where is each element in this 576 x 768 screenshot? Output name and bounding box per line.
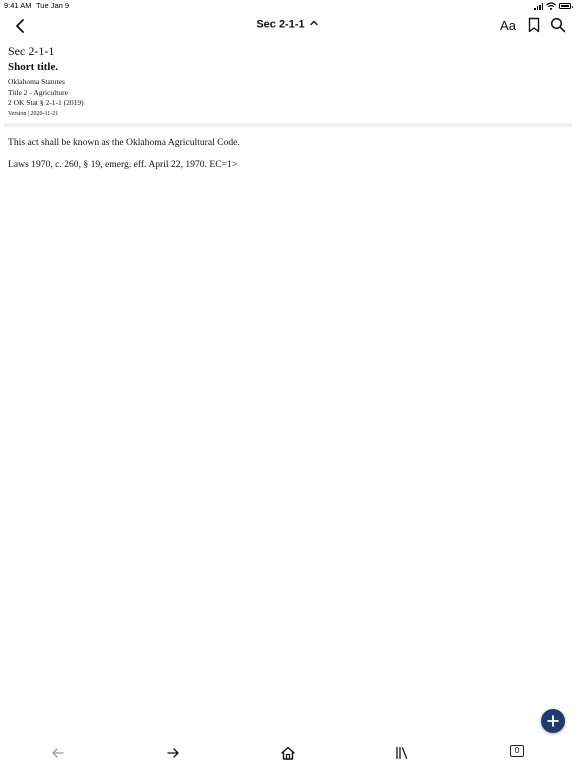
status-bar: 9:41 AM Tue Jan 9 [0,0,576,12]
library-icon [396,746,408,760]
search-icon [550,17,566,33]
version-label: Version | 2020-11-21 [8,110,59,117]
nav-title: Sec 2-1-1 [256,18,305,31]
font-size-button[interactable]: Aa [498,18,518,33]
history-forward-button[interactable] [164,744,182,762]
nav-actions: Aa [498,17,566,33]
signal-icon [534,3,543,10]
chevron-up-icon [308,18,320,31]
tabs-button[interactable]: 0 [510,745,524,757]
statutes-name: Oklahoma Statutes [8,77,65,86]
body-paragraph: Laws 1970, c. 260, § 19, emerg. eff. Apr… [8,159,238,170]
history-back-button[interactable] [49,744,67,762]
status-time: 9:41 AM [4,1,32,10]
document-header: Sec 2-1-1 Short title. Oklahoma Statutes… [8,44,84,119]
nav-title-button[interactable]: Sec 2-1-1 [0,18,576,31]
bookmark-icon [528,17,540,33]
title-name: Title 2 - Agriculture [8,87,68,97]
section-number: Sec 2-1-1 [8,44,55,58]
home-button[interactable] [279,744,297,762]
battery-icon [559,3,573,9]
home-icon [281,746,295,760]
arrow-left-icon [52,748,64,758]
citation: 2 OK Stat § 2-1-1 (2019) [8,98,84,107]
bookmark-button[interactable] [526,17,542,33]
nav-bar: Sec 2-1-1 Aa [0,12,576,40]
section-title: Short title. [8,61,59,73]
tab-count: 0 [514,746,520,755]
document-body: This act shall be known as the Oklahoma … [8,136,568,180]
search-button[interactable] [550,17,566,33]
plus-icon [547,715,559,727]
arrow-right-icon [167,748,179,758]
add-button[interactable] [541,709,565,733]
bottom-toolbar [0,738,576,768]
library-button[interactable] [393,744,411,762]
status-date: Tue Jan 9 [36,1,70,10]
header-divider [4,123,572,127]
wifi-icon [546,2,556,10]
body-paragraph: This act shall be known as the Oklahoma … [8,137,240,148]
status-icons [534,2,573,10]
